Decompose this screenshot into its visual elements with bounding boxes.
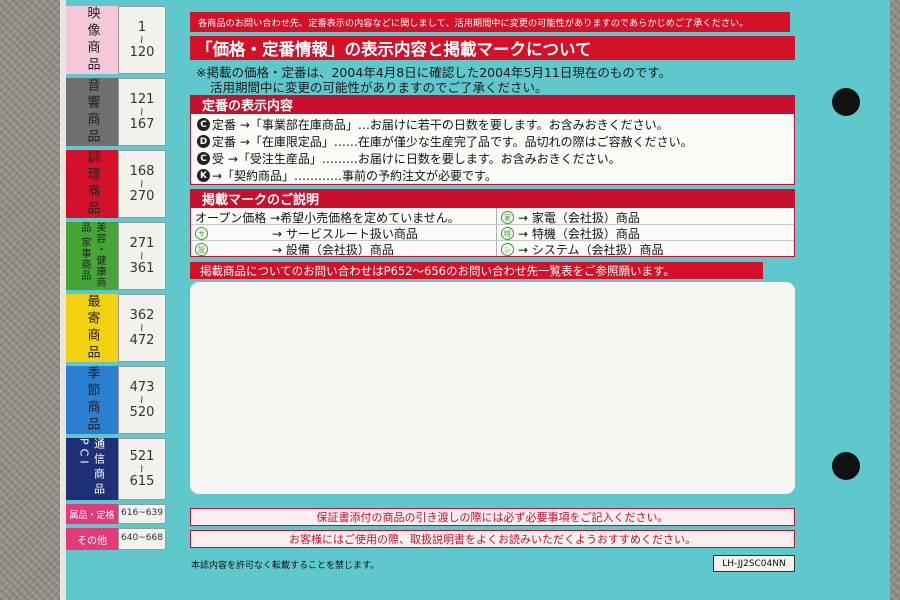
badge-icon: C bbox=[197, 118, 210, 131]
binder-hole bbox=[832, 88, 860, 116]
index-range-beauty-household: 271 ~361 bbox=[118, 222, 166, 290]
index-range-seasonal: 473 ~520 bbox=[118, 366, 166, 434]
mark-row: シ → システム（会社扱）商品 bbox=[501, 241, 664, 258]
manual-notice: お客様にはご使用の際、取扱説明書をよくお読みいただくようおすすめください。 bbox=[190, 530, 795, 548]
mark-row: 特 → 特機（会社扱）商品 bbox=[501, 225, 640, 242]
teiban-header: 定番の表示内容 bbox=[190, 95, 795, 114]
badge-icon: C bbox=[197, 152, 210, 165]
marks-header-text: 掲載マークのご説明 bbox=[202, 192, 320, 208]
mark-row: オープン価格 →希望小売価格を定めていません。 bbox=[195, 211, 460, 225]
index-tab-communication[interactable]: 通信商品 PCI bbox=[66, 438, 118, 500]
mark-row: 設 → 設備（会社扱）商品 bbox=[195, 241, 394, 258]
system-mark-icon: シ bbox=[501, 243, 514, 256]
teiban-row: C 定番 →「事業部在庫商品」…お届けに若干の日数を要します。お含みおきください。 bbox=[197, 116, 669, 133]
appliance-mark-icon: 家 bbox=[501, 211, 514, 224]
mark-row: サ → サービスルート扱い商品 bbox=[195, 225, 418, 242]
blank-panel bbox=[190, 282, 795, 494]
index-tab-other[interactable]: その他 bbox=[66, 528, 118, 550]
contact-text: 掲載商品についてのお問い合わせはP652～656のお問い合わせ先一覧表をご参照願… bbox=[200, 263, 675, 278]
marks-box: オープン価格 →希望小売価格を定めていません。 サ → サービスルート扱い商品 設… bbox=[190, 207, 795, 257]
index-tab-nearest[interactable]: 最寄商品 bbox=[66, 294, 118, 362]
index-tab-seasonal[interactable]: 季節商品 bbox=[66, 366, 118, 434]
copyright-text: 本誌内容を許可なく転載することを禁じます。 bbox=[191, 561, 380, 571]
badge-icon: D bbox=[197, 135, 210, 148]
teiban-row: D 定番 →「在庫限定品」……在庫が僅少な生産完了品です。品切れの際はご容赦くださ… bbox=[197, 133, 693, 150]
teiban-row: C受 →「受注生産品」………お届けに日数を要します。お含みおきください。 bbox=[197, 150, 621, 167]
index-range-audio: 121 ~167 bbox=[118, 78, 166, 146]
product-code: LH-JJ2SC04NN bbox=[713, 555, 795, 572]
index-tab-accessories[interactable]: 属品・定格 bbox=[66, 504, 118, 524]
index-range-other: 640~668 bbox=[118, 528, 166, 550]
index-range-nearest: 362 ~472 bbox=[118, 294, 166, 362]
section-title: 「価格・定番情報」の表示内容と掲載マークについて bbox=[190, 36, 795, 60]
index-range-video: 1 ~120 bbox=[118, 6, 166, 74]
equipment-mark-icon: 設 bbox=[195, 243, 208, 256]
teiban-header-text: 定番の表示内容 bbox=[202, 98, 294, 114]
warranty-notice: 保証書添付の商品の引き渡しの際には必ず必要事項をご記入ください。 bbox=[190, 508, 795, 526]
section-title-text: 「価格・定番情報」の表示内容と掲載マークについて bbox=[196, 40, 592, 59]
notice-text: 各商品のお問い合わせ先、定番表示の内容などに関しまして、活用期間中に変更の可能性… bbox=[198, 18, 749, 29]
service-route-mark-icon: サ bbox=[195, 227, 208, 240]
index-tab-cooking[interactable]: 調理商品 bbox=[66, 150, 118, 218]
notice-banner: 各商品のお問い合わせ先、定番表示の内容などに関しまして、活用期間中に変更の可能性… bbox=[190, 12, 790, 32]
binder-hole bbox=[832, 452, 860, 480]
index-tab-audio[interactable]: 音響商品 bbox=[66, 78, 118, 146]
index-range-communication: 521 ~615 bbox=[118, 438, 166, 500]
teiban-box: C 定番 →「事業部在庫商品」…お届けに若干の日数を要します。お含みおきください。… bbox=[190, 113, 795, 185]
badge-icon: K bbox=[197, 169, 210, 182]
date-note-line2: 活用期間中に変更の可能性がありますのでご了承ください。 bbox=[210, 80, 548, 95]
teiban-row: K →「契約商品」…………事前の予約注文が必要です。 bbox=[197, 167, 497, 184]
index-tab-video[interactable]: 映像商品 bbox=[66, 6, 118, 74]
contact-banner: 掲載商品についてのお問い合わせはP652～656のお問い合わせ先一覧表をご参照願… bbox=[190, 262, 763, 279]
index-range-accessories: 616~639 bbox=[118, 504, 166, 524]
index-tab-beauty-household[interactable]: 美容・健康商品 家事商品 bbox=[66, 222, 118, 290]
index-range-cooking: 168 ~270 bbox=[118, 150, 166, 218]
special-equipment-mark-icon: 特 bbox=[501, 227, 514, 240]
marks-header: 掲載マークのご説明 bbox=[190, 189, 795, 208]
mark-row: 家 → 家電（会社扱）商品 bbox=[501, 209, 640, 226]
